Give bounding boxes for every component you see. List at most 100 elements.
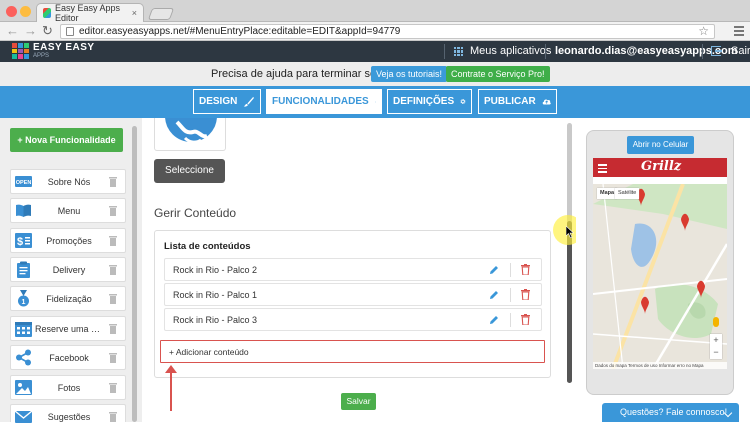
phone-screen: Grillz Mapa Satélite + − Dados do mapa T… <box>593 158 727 369</box>
tab-label: DEFINIÇÕES <box>393 96 455 107</box>
tab-close-icon[interactable]: × <box>132 8 137 18</box>
sidebar-item-reserve[interactable]: Reserve uma me... <box>10 316 126 341</box>
browser-tab[interactable]: Easy Easy Apps Editor × <box>36 3 144 23</box>
map-footer: Dados do mapa Termos de uso Informar err… <box>593 362 727 369</box>
minimize-window-button[interactable] <box>20 6 31 17</box>
browser-menu-icon[interactable] <box>734 26 744 38</box>
url-input[interactable]: editor.easyeasyapps.net/#MenuEntryPlace:… <box>60 24 715 39</box>
help-bar: Precisa de ajuda para terminar seu app? … <box>0 62 750 86</box>
url-text: editor.easyeasyapps.net/#MenuEntryPlace:… <box>79 26 401 37</box>
open-on-phone-button[interactable]: Abrir no Celular <box>627 136 694 154</box>
trash-icon[interactable] <box>521 289 530 300</box>
new-tab-button[interactable] <box>147 8 175 20</box>
back-button[interactable]: ← <box>6 24 19 38</box>
tutorials-button[interactable]: Veja os tutoriais! <box>371 66 448 82</box>
close-window-button[interactable] <box>6 6 17 17</box>
sidebar-item-sobre-nos[interactable]: OPEN Sobre Nós <box>10 169 126 194</box>
map-zoom-control[interactable]: + − <box>710 334 722 359</box>
svg-text:$: $ <box>17 236 23 248</box>
pro-service-button[interactable]: Contrate o Serviço Pro! <box>446 66 550 82</box>
sidebar-item-promocoes[interactable]: $ Promoções <box>10 228 126 253</box>
tab-definicoes[interactable]: DEFINIÇÕES <box>387 89 472 114</box>
list-title: Lista de conteúdos <box>164 241 251 252</box>
easyeasy-logo-icon <box>12 43 29 59</box>
sidebar-item-label: Menu <box>57 206 81 216</box>
trash-icon[interactable] <box>109 176 117 187</box>
preview-app-bar: Grillz <box>593 158 727 177</box>
sidebar-item-label: Sobre Nós <box>47 177 91 187</box>
apps-grid-icon[interactable] <box>454 47 463 56</box>
reload-button[interactable]: ↻ <box>42 24 53 38</box>
trash-icon[interactable] <box>109 235 117 246</box>
annotation-arrow <box>170 367 172 411</box>
sidebar-item-delivery[interactable]: Delivery <box>10 257 126 282</box>
sidebar-item-fidelizacao[interactable]: 1 Fidelização <box>10 286 126 311</box>
pencil-icon[interactable] <box>489 290 499 300</box>
bookmark-star-icon[interactable]: ☆ <box>698 25 709 38</box>
clipboard-icon <box>17 261 30 278</box>
trash-icon[interactable] <box>109 205 117 216</box>
content-row-label: Rock in Rio - Palco 2 <box>173 265 258 275</box>
trash-icon[interactable] <box>521 314 530 325</box>
tab-label: DESIGN <box>199 96 238 107</box>
my-apps-link[interactable]: Meus aplicativos <box>470 45 551 57</box>
tab-label: PUBLICAR <box>484 96 536 107</box>
zoom-out-button[interactable]: − <box>710 346 722 358</box>
photo-icon <box>15 380 32 395</box>
map-tab-satellite[interactable]: Satélite <box>615 188 640 199</box>
dollar-icon: $ <box>15 233 32 248</box>
tab-design[interactable]: DESIGN <box>193 89 261 114</box>
row-divider <box>510 263 511 277</box>
trash-icon[interactable] <box>109 264 117 275</box>
add-feature-button[interactable]: + Nova Funcionalidade <box>10 128 123 152</box>
logout-link[interactable]: Sair <box>731 45 750 57</box>
sidebar-item-menu[interactable]: Menu <box>10 198 126 223</box>
forward-button[interactable]: → <box>24 24 37 38</box>
sidebar-item-sugestoes[interactable]: Sugestões <box>10 404 126 423</box>
logout-icon[interactable] <box>711 46 722 56</box>
content-row[interactable]: Rock in Rio - Palco 1 <box>164 283 542 306</box>
address-bar: ← → ↻ editor.easyeasyapps.net/#MenuEntry… <box>0 22 750 41</box>
help-chat-button[interactable]: Questões? Fale connosco! <box>602 403 739 422</box>
trash-icon[interactable] <box>109 323 117 334</box>
sidebar-item-label: Reserve uma me... <box>35 324 103 334</box>
trash-icon[interactable] <box>109 411 117 422</box>
tab-funcionalidades[interactable]: FUNCIONALIDADES <box>266 89 382 114</box>
sidebar-item-label: Fidelização <box>46 294 92 304</box>
main-content: Seleccione Gerir Conteúdo Lista de conte… <box>142 118 576 422</box>
pencil-icon[interactable] <box>489 265 499 275</box>
header-divider <box>702 44 703 59</box>
header-divider <box>545 44 546 59</box>
map-view[interactable]: Mapa Satélite + − Dados do mapa Termos d… <box>593 184 727 369</box>
header-divider <box>444 44 445 59</box>
open-sign-icon: OPEN <box>15 176 32 187</box>
app-header: EASY EASY APPS Meus aplicativos leonardo… <box>0 41 750 62</box>
select-image-button[interactable]: Seleccione <box>154 159 225 183</box>
sidebar-item-fotos[interactable]: Fotos <box>10 375 126 400</box>
hamburger-menu-icon[interactable] <box>598 164 607 175</box>
content-row[interactable]: Rock in Rio - Palco 2 <box>164 258 542 281</box>
sidebar-scrollbar[interactable] <box>132 126 137 422</box>
add-content-label: + Adicionar conteúdo <box>169 347 249 357</box>
browser-tab-bar: Easy Easy Apps Editor × <box>0 0 750 23</box>
sidebar-item-label: Fotos <box>57 383 81 393</box>
street-view-pegman-icon[interactable] <box>713 317 719 327</box>
sidebar-item-label: Delivery <box>52 265 86 275</box>
tab-publicar[interactable]: PUBLICAR <box>478 89 557 114</box>
trash-icon[interactable] <box>109 382 117 393</box>
sidebar-item-facebook[interactable]: Facebook <box>10 345 126 370</box>
logo-subtext: APPS <box>33 53 50 59</box>
main-scrollbar-thumb[interactable] <box>567 221 572 383</box>
puzzle-hand-icon <box>374 100 376 103</box>
trash-icon[interactable] <box>109 293 117 304</box>
save-button[interactable]: Salvar <box>341 393 376 410</box>
globe-icon <box>165 118 217 144</box>
content-row[interactable]: Rock in Rio - Palco 3 <box>164 308 542 331</box>
zoom-in-button[interactable]: + <box>710 334 722 346</box>
add-content-button[interactable]: + Adicionar conteúdo <box>160 340 545 363</box>
trash-icon[interactable] <box>521 264 530 275</box>
row-divider <box>510 288 511 302</box>
book-icon <box>16 204 31 217</box>
pencil-icon[interactable] <box>489 315 499 325</box>
trash-icon[interactable] <box>109 352 117 363</box>
